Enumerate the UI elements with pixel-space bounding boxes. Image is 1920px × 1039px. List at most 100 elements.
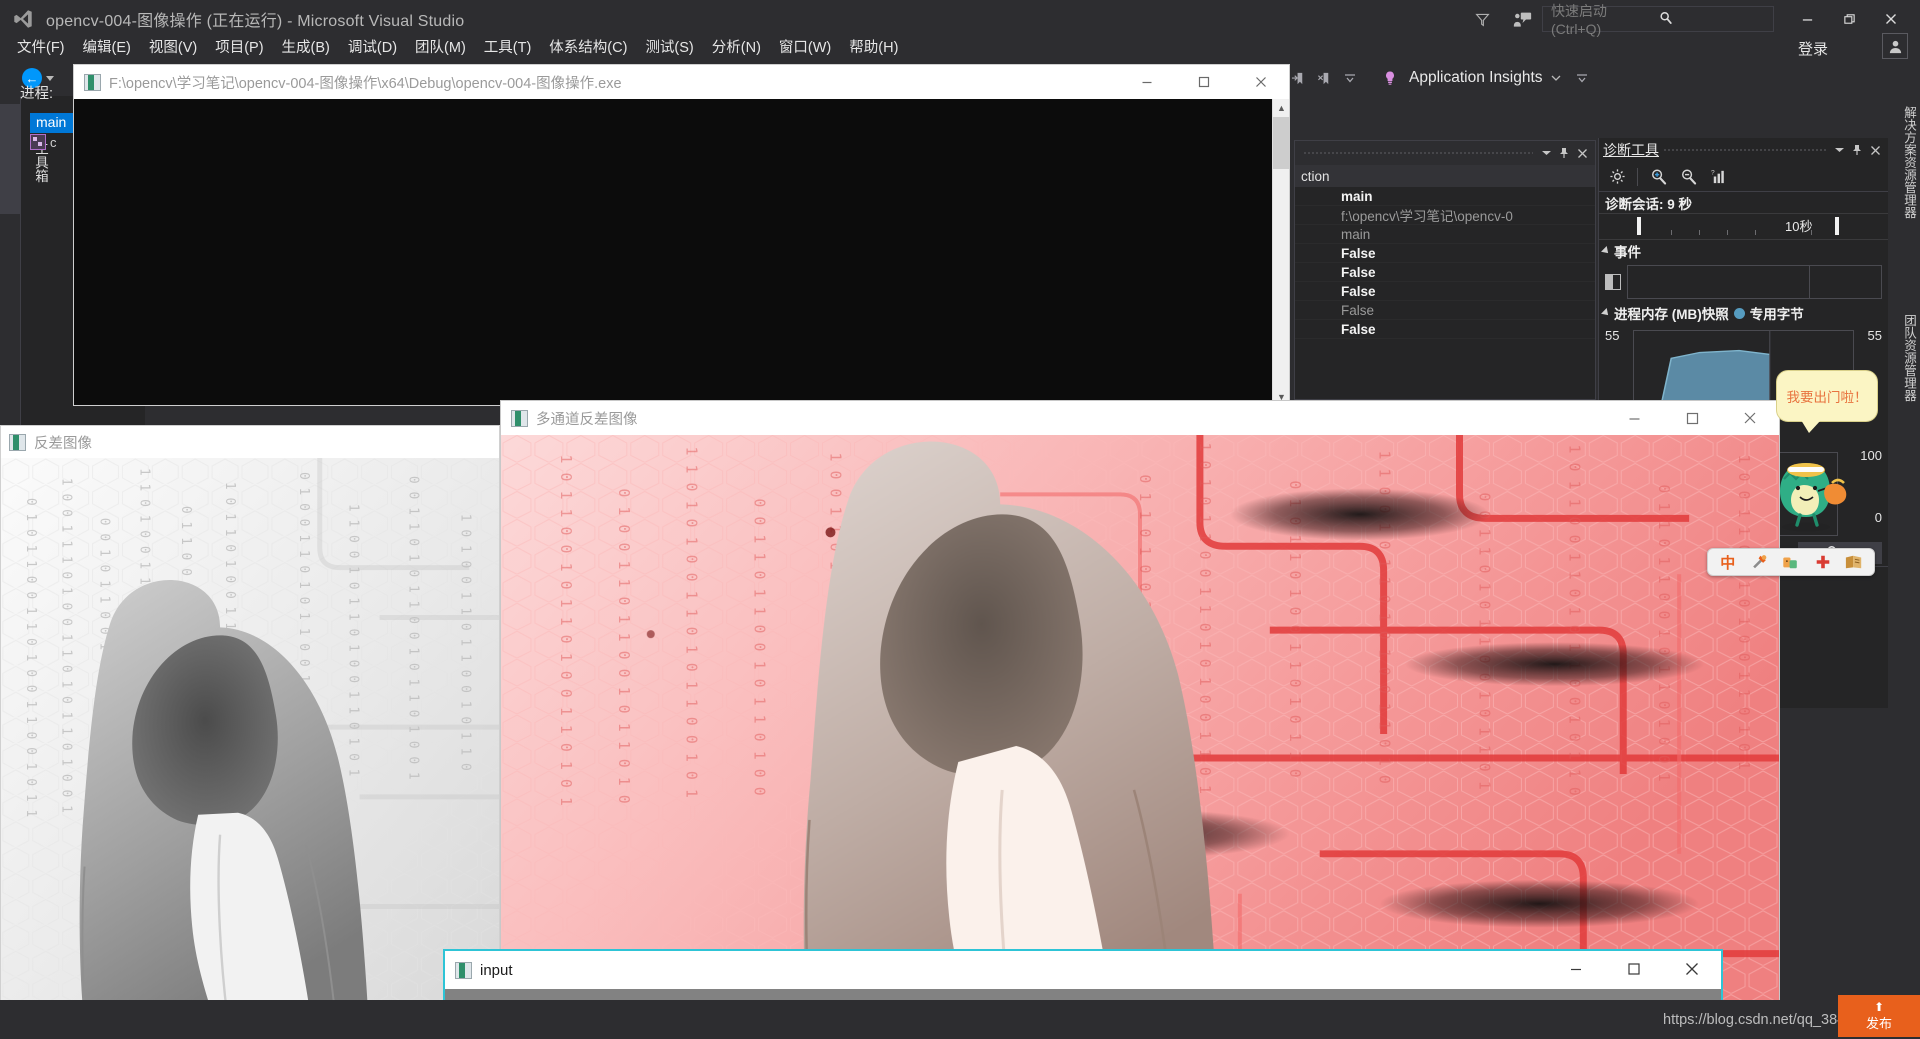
diagnostic-tools-header: 诊断工具: [1599, 138, 1888, 162]
menu-item-file[interactable]: 文件(F): [8, 33, 74, 60]
zoom-in-icon[interactable]: [1644, 165, 1672, 189]
autos-value: main: [1337, 189, 1595, 204]
timeline-marker-start[interactable]: [1637, 217, 1641, 235]
minimize-button[interactable]: [1547, 951, 1605, 987]
sogou-dinosaur-mascot-icon[interactable]: [1766, 455, 1852, 533]
diagnostic-timeline-ruler[interactable]: 10秒: [1599, 214, 1888, 240]
zoom-out-icon[interactable]: [1674, 165, 1702, 189]
minimize-button[interactable]: [1118, 65, 1175, 99]
sign-in-button[interactable]: 登录: [1798, 38, 1828, 59]
dictionary-book-icon[interactable]: [1842, 551, 1866, 573]
close-button[interactable]: [1663, 951, 1721, 987]
settings-gear-icon[interactable]: [1603, 165, 1631, 189]
menu-item-architecture[interactable]: 体系结构(C): [540, 33, 636, 60]
feedback-funnel-icon[interactable]: [1462, 4, 1502, 34]
close-icon[interactable]: [1866, 141, 1884, 159]
toolbar-overflow-icon[interactable]: [1569, 65, 1595, 91]
ime-toolbar[interactable]: 中: [1707, 548, 1875, 576]
menu-item-help[interactable]: 帮助(H): [840, 33, 907, 60]
magnifier-icon[interactable]: [1659, 11, 1767, 28]
svg-text:1 1 0 1 0 1 0 0 1 1 0 1 0 1 1: 1 1 0 1 0 1 0 0 1 1 0 1 0 1 1 0 0 1 0 1: [683, 446, 701, 797]
menu-item-tools[interactable]: 工具(T): [475, 33, 541, 60]
menu-item-build[interactable]: 生成(B): [273, 33, 339, 60]
emoji-expression-icon[interactable]: [1779, 551, 1803, 573]
events-track-area[interactable]: [1627, 265, 1882, 299]
chevron-down-icon[interactable]: [1543, 65, 1569, 91]
sidebar-item-toolbox[interactable]: 工具箱: [0, 104, 20, 214]
thread-list-item[interactable]: c: [30, 134, 57, 150]
console-output-area[interactable]: [74, 99, 1289, 405]
menu-item-analyze[interactable]: 分析(N): [703, 33, 770, 60]
table-row[interactable]: False: [1295, 301, 1595, 320]
menu-item-team[interactable]: 团队(M): [406, 33, 475, 60]
table-row[interactable]: False: [1295, 320, 1595, 339]
events-section-header[interactable]: 事件: [1599, 240, 1888, 262]
chevron-down-icon[interactable]: [1830, 141, 1848, 159]
publish-button[interactable]: ⬆ 发布: [1838, 995, 1920, 1037]
scroll-up-arrow-icon[interactable]: ▲: [1273, 99, 1290, 116]
clear-bookmarks-icon[interactable]: [1311, 65, 1337, 91]
pin-icon[interactable]: [1848, 141, 1866, 159]
menu-item-window[interactable]: 窗口(W): [770, 33, 840, 60]
menu-item-test[interactable]: 测试(S): [636, 33, 702, 60]
maximize-button[interactable]: [1175, 65, 1232, 99]
pin-icon[interactable]: [1555, 144, 1573, 162]
minimize-button[interactable]: [1786, 4, 1828, 34]
table-row[interactable]: False: [1295, 282, 1595, 301]
quick-launch-placeholder: 快速启动 (Ctrl+Q): [1551, 1, 1659, 37]
autos-value: main: [1337, 227, 1595, 242]
sidebar-item-team-explorer[interactable]: 团队资源管理器: [1900, 314, 1919, 402]
close-icon[interactable]: [1573, 144, 1591, 162]
multichannel-image-window[interactable]: 多通道反差图像: [500, 400, 1780, 1039]
lightbulb-icon[interactable]: [1377, 65, 1403, 91]
user-account-icon[interactable]: [1882, 33, 1908, 59]
opencv-window-icon: [9, 434, 26, 451]
table-row[interactable]: False: [1295, 263, 1595, 282]
console-window-titlebar[interactable]: F:\opencv\学习笔记\opencv-004-图像操作\x64\Debug…: [74, 65, 1289, 99]
diagnostic-session-label: 诊断会话: 9 秒: [1599, 192, 1888, 214]
menu-item-debug[interactable]: 调试(D): [339, 33, 406, 60]
console-scrollbar[interactable]: ▲ ▼: [1272, 99, 1289, 405]
send-feedback-icon[interactable]: [1502, 4, 1542, 34]
contrast-window-titlebar[interactable]: 反差图像: [1, 426, 499, 458]
chinese-mode-icon[interactable]: 中: [1716, 551, 1740, 573]
memory-section-header[interactable]: 进程内存 (MB)快照 专用字节: [1599, 302, 1888, 324]
restore-button[interactable]: [1828, 4, 1870, 34]
events-track-row[interactable]: [1599, 262, 1888, 302]
menu-item-view[interactable]: 视图(V): [140, 33, 206, 60]
input-window-titlebar[interactable]: input: [445, 951, 1721, 989]
console-window[interactable]: F:\opencv\学习笔记\opencv-004-图像操作\x64\Debug…: [73, 64, 1290, 406]
menu-item-project[interactable]: 项目(P): [206, 33, 272, 60]
sidebar-item-solution-explorer[interactable]: 解决方案资源管理器: [1900, 106, 1919, 219]
contrast-image-window[interactable]: 反差图像: [0, 425, 500, 1039]
toolbar-overflow-icon[interactable]: [1337, 65, 1363, 91]
input-window-controls: [1547, 951, 1721, 987]
console-app-icon: [84, 74, 101, 91]
autos-value: False: [1337, 303, 1595, 318]
reset-view-icon[interactable]: ?: [1704, 165, 1732, 189]
maximize-button[interactable]: [1663, 401, 1721, 435]
close-button[interactable]: [1870, 4, 1912, 34]
input-window-title: input: [480, 962, 513, 979]
maximize-button[interactable]: [1605, 951, 1663, 987]
timeline-marker-current[interactable]: [1835, 217, 1839, 235]
scrollbar-thumb[interactable]: [1273, 117, 1290, 169]
chevron-down-icon[interactable]: [46, 76, 54, 81]
vs-application-window: opencv-004-图像操作 (正在运行) - Microsoft Visua…: [0, 0, 1920, 1039]
table-row[interactable]: f:\opencv\学习笔记\opencv-0: [1295, 206, 1595, 225]
menu-item-edit[interactable]: 编辑(E): [74, 33, 140, 60]
minimize-button[interactable]: [1605, 401, 1663, 435]
multichannel-window-titlebar[interactable]: 多通道反差图像: [501, 401, 1779, 435]
table-row[interactable]: main: [1295, 225, 1595, 244]
chevron-down-icon[interactable]: [1537, 144, 1555, 162]
close-button[interactable]: [1232, 65, 1289, 99]
toolbox-wrench-icon[interactable]: [1747, 551, 1771, 573]
add-plus-icon[interactable]: [1811, 551, 1835, 573]
svg-text:0 1 1 0 1 1 0 0 1 0 1 1 0 1 0: 0 1 1 0 1 1 0 0 1 0 1 1 0 1 0 0 1: [1655, 484, 1673, 781]
quick-launch-input[interactable]: 快速启动 (Ctrl+Q): [1542, 6, 1774, 32]
table-row[interactable]: main: [1295, 187, 1595, 206]
thread-icon: [30, 134, 46, 150]
application-insights-label[interactable]: Application Insights: [1409, 69, 1543, 87]
table-row[interactable]: False: [1295, 244, 1595, 263]
close-button[interactable]: [1721, 401, 1779, 435]
